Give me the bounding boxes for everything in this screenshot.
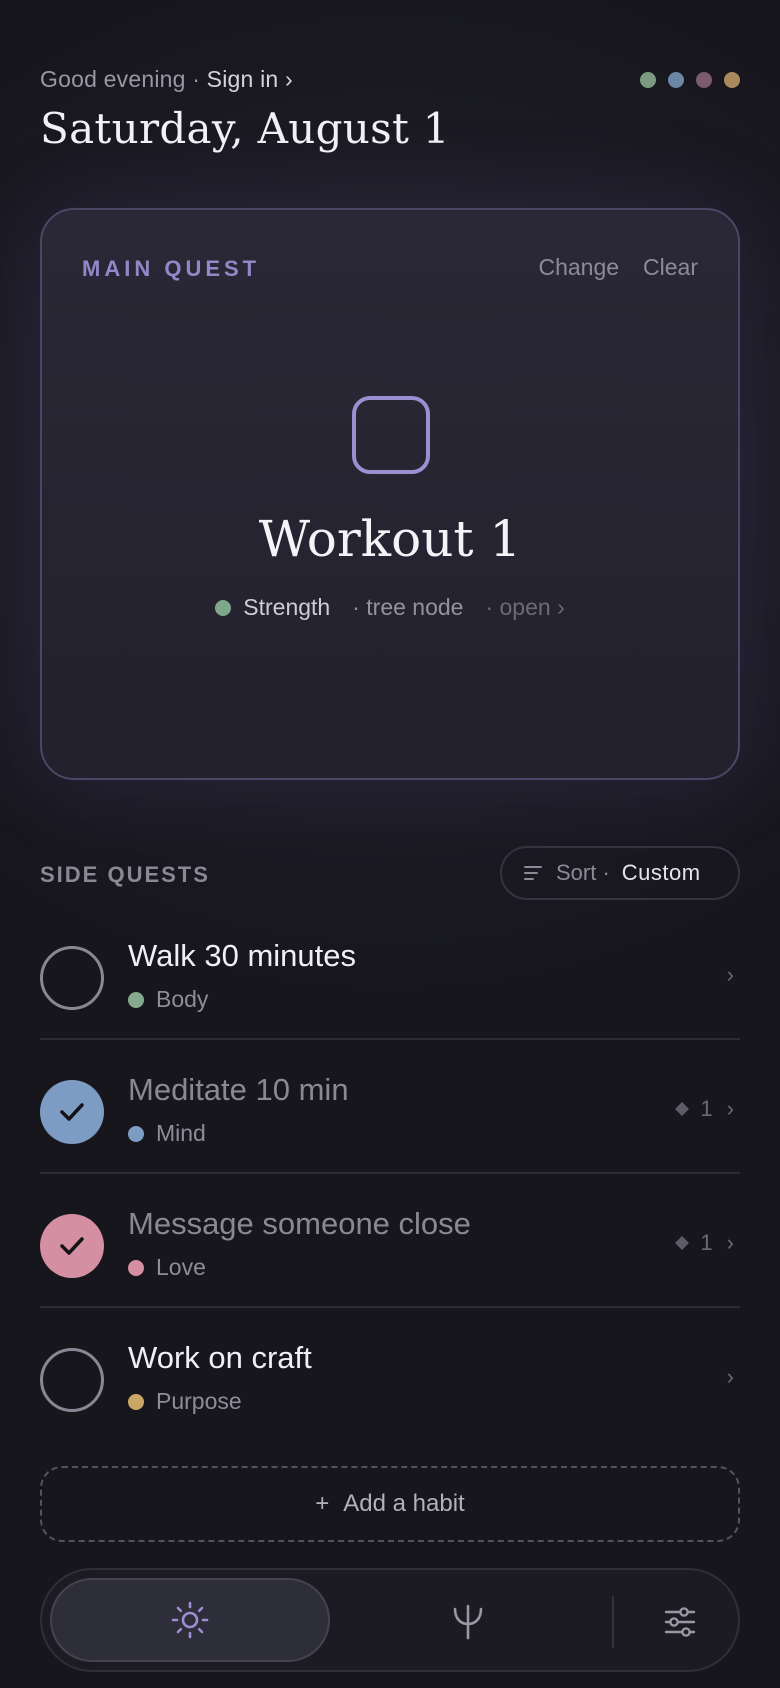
habit-right: › xyxy=(727,1364,734,1390)
theme-dot-green[interactable] xyxy=(640,72,656,88)
habit-category-label: Mind xyxy=(156,1120,206,1146)
streak-count: 1 xyxy=(674,1230,713,1256)
tree-branch-icon xyxy=(453,1604,483,1640)
category-dot xyxy=(128,1259,144,1276)
list-item[interactable]: Meditate 10 min Mind 1 › xyxy=(40,1040,740,1174)
habit-title: Walk 30 minutes xyxy=(128,938,356,973)
app-screen: Good evening · Sign in › Saturday, Augus… xyxy=(0,0,780,1688)
chevron-right-icon: › xyxy=(726,1364,734,1389)
habit-category: Mind xyxy=(128,1120,206,1147)
main-quest-checkbox[interactable] xyxy=(352,396,430,474)
tab-divider xyxy=(612,1596,614,1648)
add-habit-label: Add a habit xyxy=(343,1490,465,1517)
bottom-tab-bar xyxy=(40,1568,740,1672)
list-item[interactable]: Walk 30 minutes Body › xyxy=(40,906,740,1040)
habit-checkbox[interactable] xyxy=(40,1348,104,1412)
open-link[interactable]: · open › xyxy=(485,594,564,621)
main-quest-title: Workout 1 xyxy=(258,510,522,568)
streak-count: 1 xyxy=(674,1096,713,1122)
habit-title: Meditate 10 min xyxy=(128,1072,349,1107)
main-quest-label: MAIN QUEST xyxy=(82,256,261,281)
clear-button[interactable]: Clear xyxy=(643,254,698,281)
main-quest-card: MAIN QUEST Change Clear Workout 1 Streng… xyxy=(40,208,740,780)
habit-category-label: Body xyxy=(156,986,209,1012)
chevron-right-icon: › xyxy=(726,1096,734,1121)
habit-category: Body xyxy=(128,986,208,1013)
checkmark-icon xyxy=(60,1103,84,1121)
main-quest-meta: Strength · tree node · open › xyxy=(42,594,738,621)
main-quest-category: Strength xyxy=(243,594,331,620)
habit-title: Message someone close xyxy=(128,1206,471,1241)
habit-category-label: Love xyxy=(156,1254,206,1280)
theme-color-picker xyxy=(640,72,740,88)
sort-button[interactable]: Sort · Custom xyxy=(500,846,740,900)
tab-today[interactable] xyxy=(50,1578,330,1662)
list-item[interactable]: Work on craft Purpose › xyxy=(40,1308,740,1442)
streak-value: 1 xyxy=(700,1230,713,1255)
tab-tree[interactable] xyxy=(442,1596,494,1648)
side-quests-label: SIDE QUESTS xyxy=(40,862,210,887)
sort-label: Sort · xyxy=(556,860,610,885)
chevron-right-icon: › xyxy=(726,962,734,987)
habit-title: Work on craft xyxy=(128,1340,312,1375)
habit-checkbox[interactable] xyxy=(40,1080,104,1144)
list-item[interactable]: Message someone close Love 1 › xyxy=(40,1174,740,1308)
category-dot xyxy=(215,599,232,616)
category-dot xyxy=(128,1125,144,1142)
page-title-date: Saturday, August 1 xyxy=(40,104,450,153)
sliders-icon xyxy=(664,1607,696,1637)
diamond-icon xyxy=(675,1102,690,1116)
tab-settings[interactable] xyxy=(654,1596,706,1648)
add-habit-button[interactable]: + Add a habit xyxy=(40,1466,740,1542)
category-dot xyxy=(128,991,144,1008)
sign-in-link[interactable]: Sign in › xyxy=(207,66,293,92)
habit-right: › xyxy=(727,962,734,988)
habit-checkbox[interactable] xyxy=(40,1214,104,1278)
greeting-separator: · xyxy=(192,66,201,92)
greeting-text: Good evening xyxy=(40,66,186,92)
sun-icon xyxy=(171,1601,209,1639)
theme-dot-blue[interactable] xyxy=(668,72,684,88)
plus-icon: + xyxy=(315,1490,330,1517)
category-dot xyxy=(128,1393,144,1410)
habit-category-label: Purpose xyxy=(156,1388,242,1414)
habit-category: Purpose xyxy=(128,1388,242,1415)
habit-right: 1 › xyxy=(674,1096,734,1122)
main-quest-node: · tree node xyxy=(352,594,464,620)
sort-lines-icon xyxy=(524,866,542,880)
streak-value: 1 xyxy=(700,1096,713,1121)
habit-category: Love xyxy=(128,1254,206,1281)
habit-checkbox[interactable] xyxy=(40,946,104,1010)
diamond-icon xyxy=(675,1236,690,1250)
theme-dot-mauve[interactable] xyxy=(696,72,712,88)
greeting-line: Good evening · Sign in › xyxy=(40,66,293,93)
theme-dot-gold[interactable] xyxy=(724,72,740,88)
change-button[interactable]: Change xyxy=(538,254,619,281)
chevron-right-icon: › xyxy=(726,1230,734,1255)
habit-right: 1 › xyxy=(674,1230,734,1256)
main-quest-actions: Change Clear xyxy=(538,254,698,281)
checkmark-icon xyxy=(60,1237,84,1255)
sort-value: Custom xyxy=(621,860,701,885)
